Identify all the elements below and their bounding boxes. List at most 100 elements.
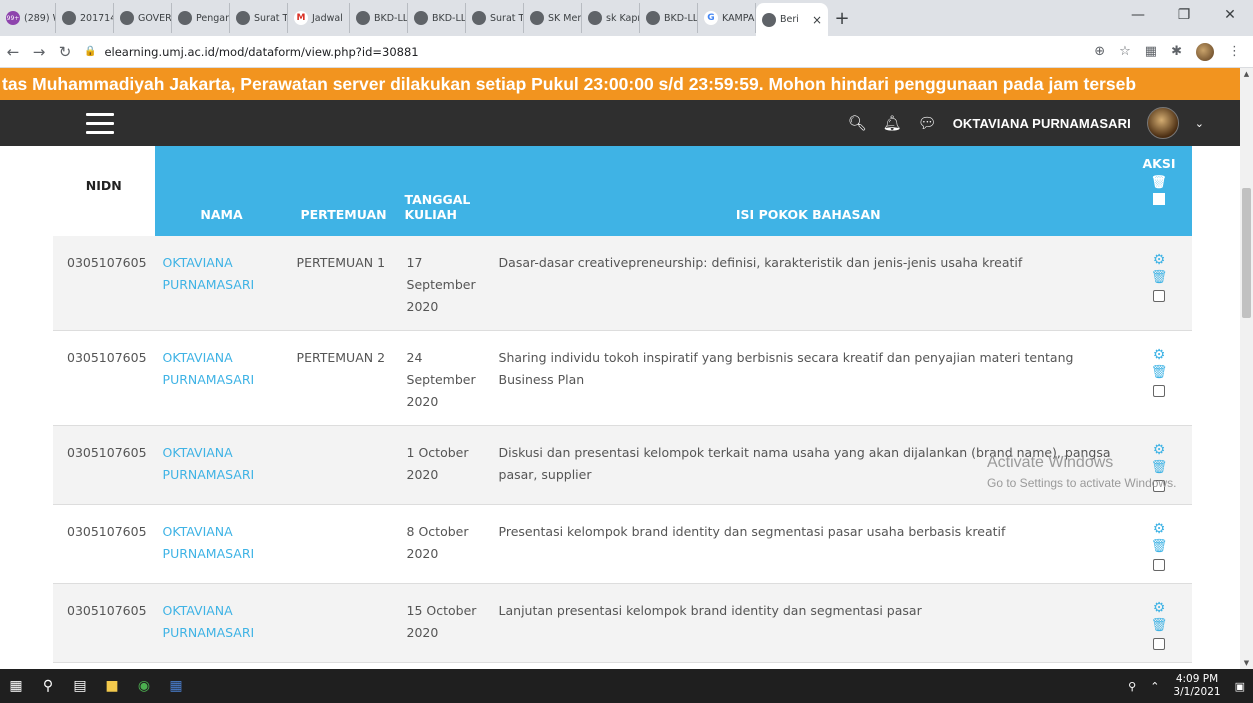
notification-icon[interactable]: ▣: [1235, 680, 1245, 693]
tab-favicon-icon: 99+: [6, 11, 20, 25]
back-icon[interactable]: ←: [0, 43, 26, 61]
trash-icon[interactable]: 🗑︎: [1151, 618, 1168, 634]
header-aksi: AKSI 🗑︎: [1126, 146, 1192, 236]
trash-icon[interactable]: 🗑︎: [1151, 174, 1167, 190]
browser-tab-label: 201714: [80, 12, 114, 24]
chevron-down-icon[interactable]: ⌄: [1195, 117, 1204, 130]
browser-tab[interactable]: 99+ (289) W: [0, 3, 56, 33]
minimize-icon[interactable]: —: [1115, 0, 1161, 30]
new-tab-button[interactable]: +: [828, 3, 856, 33]
select-all-checkbox[interactable]: [1153, 193, 1165, 205]
gear-icon[interactable]: ⚙︎: [1153, 347, 1166, 363]
browser-menu-icon[interactable]: ⋮: [1228, 44, 1241, 59]
row-checkbox[interactable]: [1153, 559, 1165, 571]
site-navbar: 🔍︎ 🔔︎ 💬︎ OKTAVIANA PURNAMASARI ⌄: [0, 100, 1240, 146]
chevron-up-icon[interactable]: ⌃: [1150, 680, 1159, 693]
browser-tab[interactable]: BKD-LL: [408, 3, 466, 33]
windows-start-icon[interactable]: ▦: [0, 669, 32, 703]
browser-tab-label: sk Kapr: [606, 12, 640, 24]
search-icon[interactable]: 🔍︎: [848, 114, 867, 132]
globe-icon: [178, 11, 192, 25]
clock-date: 3/1/2021: [1173, 686, 1221, 698]
search-icon[interactable]: ⚲: [32, 669, 64, 703]
browser-tab[interactable]: Beri ×: [756, 3, 828, 36]
cell-pertemuan: [289, 505, 399, 584]
hamburger-menu-icon[interactable]: [86, 112, 114, 134]
browser-tab[interactable]: sk Kapr: [582, 3, 640, 33]
address-bar: ← → ↻ 🔒 elearning.umj.ac.id/mod/dataform…: [0, 36, 1253, 68]
gear-icon[interactable]: ⚙︎: [1153, 521, 1166, 537]
browser-tab[interactable]: Pengan: [172, 3, 230, 33]
trash-icon[interactable]: 🗑︎: [1151, 539, 1168, 555]
browser-tab[interactable]: BKD-LL: [350, 3, 408, 33]
cell-nama[interactable]: OKTAVIANA PURNAMASARI: [155, 584, 289, 663]
scroll-up-icon[interactable]: ▲: [1240, 70, 1253, 78]
url-input[interactable]: 🔒 elearning.umj.ac.id/mod/dataform/view.…: [84, 40, 1094, 64]
table-row: 0305107605 OKTAVIANA PURNAMASARI 15 Octobe…: [53, 583, 1192, 663]
browser-tab-label: Pengan: [196, 12, 230, 24]
trash-icon[interactable]: 🗑︎: [1151, 365, 1168, 381]
cell-nama[interactable]: OKTAVIANA PURNAMASARI: [155, 426, 289, 505]
browser-tab[interactable]: Surat Tu: [466, 3, 524, 33]
cell-tanggal: 17 September 2020: [406, 255, 476, 314]
user-name[interactable]: OKTAVIANA PURNAMASARI: [953, 116, 1131, 131]
restore-icon[interactable]: ❐: [1161, 0, 1207, 30]
reload-icon[interactable]: ↻: [52, 43, 78, 61]
browser-tab[interactable]: BKD-LL: [640, 3, 698, 33]
file-explorer-icon[interactable]: ■: [96, 669, 128, 703]
browser-tab[interactable]: GOVER: [114, 3, 172, 33]
cell-actions: ⚙︎ 🗑︎: [1126, 236, 1192, 331]
gear-icon[interactable]: ⚙︎: [1153, 600, 1166, 616]
close-tab-icon[interactable]: ×: [812, 13, 822, 27]
browser-tab[interactable]: M Jadwal: [288, 3, 350, 33]
browser-tab-strip: 99+ (289) W 201714 GOVER Pengan Surat Tu M Jadw…: [0, 0, 1253, 36]
cell-isi: Dasar-dasar creativepreneurship: definis…: [498, 255, 1023, 270]
profile-avatar[interactable]: [1196, 42, 1214, 61]
chat-icon[interactable]: 💬︎: [918, 114, 937, 132]
scroll-down-icon[interactable]: ▼: [1240, 659, 1253, 667]
browser-tab-label: Surat Tu: [490, 12, 523, 24]
globe-icon: [356, 11, 370, 25]
browser-tab[interactable]: SK Men: [524, 3, 582, 33]
close-window-icon[interactable]: ✕: [1207, 0, 1253, 30]
task-view-icon[interactable]: ▤: [64, 669, 96, 703]
chrome-icon[interactable]: ◉: [128, 669, 160, 703]
system-clock[interactable]: 4:09 PM 3/1/2021: [1173, 673, 1220, 699]
table-row: 0305107605 OKTAVIANA PURNAMASARI PERTEMUAN…: [53, 236, 1192, 331]
cell-nama[interactable]: OKTAVIANA PURNAMASARI: [155, 331, 289, 426]
forward-icon[interactable]: →: [26, 43, 52, 61]
cell-nama[interactable]: OKTAVIANA PURNAMASARI: [155, 505, 289, 584]
scroll-thumb[interactable]: [1242, 188, 1251, 318]
row-checkbox[interactable]: [1153, 385, 1165, 397]
globe-icon: [236, 11, 250, 25]
browser-tab[interactable]: G KAMPA: [698, 3, 756, 33]
puzzle-icon[interactable]: ✱: [1171, 44, 1182, 59]
tab-favicon-icon: G: [704, 11, 718, 25]
globe-icon: [530, 11, 544, 25]
browser-tab[interactable]: Surat Tu: [230, 3, 288, 33]
row-checkbox[interactable]: [1153, 638, 1165, 650]
page-scrollbar[interactable]: ▲ ▼: [1240, 68, 1253, 669]
word-icon[interactable]: ▦: [160, 669, 192, 703]
bookmark-star-icon[interactable]: ☆: [1119, 44, 1131, 59]
cell-pertemuan: PERTEMUAN 1: [296, 255, 386, 270]
bell-icon[interactable]: 🔔︎: [883, 114, 902, 132]
row-checkbox[interactable]: [1153, 290, 1165, 302]
cell-nidn: 0305107605: [67, 603, 147, 618]
cell-actions: ⚙︎ 🗑︎: [1126, 331, 1192, 426]
browser-tab-label: (289) W: [24, 12, 55, 24]
people-icon[interactable]: ⚲: [1128, 680, 1136, 693]
user-avatar[interactable]: [1146, 107, 1179, 139]
url-text: elearning.umj.ac.id/mod/dataform/view.ph…: [104, 44, 419, 59]
extension-icon[interactable]: ▦: [1145, 44, 1157, 59]
trash-icon[interactable]: 🗑︎: [1151, 270, 1168, 286]
browser-tab[interactable]: 201714: [56, 3, 114, 33]
gear-icon[interactable]: ⚙︎: [1153, 252, 1166, 268]
header-nama: NAMA: [154, 146, 289, 236]
cell-nama[interactable]: OKTAVIANA PURNAMASARI: [155, 236, 289, 331]
zoom-icon[interactable]: ⊕: [1094, 44, 1105, 59]
window-controls: — ❐ ✕: [1115, 0, 1253, 30]
cell-tanggal: 8 October 2020: [406, 524, 469, 561]
globe-icon: [472, 11, 486, 25]
browser-tab-label: BKD-LL: [374, 12, 408, 24]
